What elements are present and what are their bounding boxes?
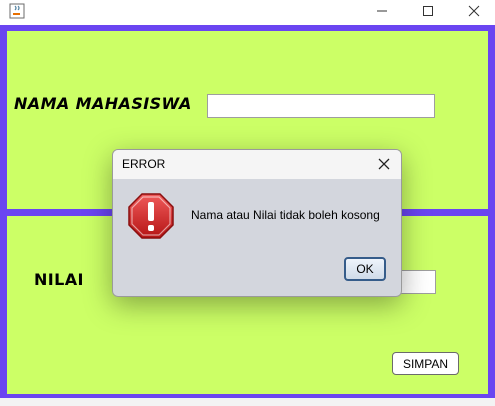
ok-button[interactable]: OK xyxy=(344,257,386,281)
minimize-icon xyxy=(377,10,387,12)
simpan-button[interactable]: SIMPAN xyxy=(392,352,459,375)
close-icon xyxy=(468,5,480,17)
error-dialog: ERROR Nama atau Nilai tidak boleh kosong… xyxy=(112,149,402,297)
window-titlebar xyxy=(0,0,495,25)
nama-mahasiswa-label: NAMA MAHASISWA xyxy=(14,94,192,113)
maximize-button[interactable] xyxy=(406,0,450,22)
maximize-icon xyxy=(423,6,433,16)
close-icon xyxy=(378,158,390,170)
background-strip xyxy=(0,398,495,406)
dialog-close-button[interactable] xyxy=(373,154,395,174)
nilai-label: NILAI xyxy=(34,270,84,289)
dialog-title: ERROR xyxy=(122,157,166,171)
minimize-button[interactable] xyxy=(360,0,404,22)
error-icon xyxy=(128,193,174,239)
java-cup-icon xyxy=(9,3,25,19)
dialog-titlebar: ERROR xyxy=(113,150,401,179)
dialog-message: Nama atau Nilai tidak boleh kosong xyxy=(191,208,380,222)
nama-mahasiswa-input[interactable] xyxy=(207,94,435,118)
close-window-button[interactable] xyxy=(452,0,495,22)
